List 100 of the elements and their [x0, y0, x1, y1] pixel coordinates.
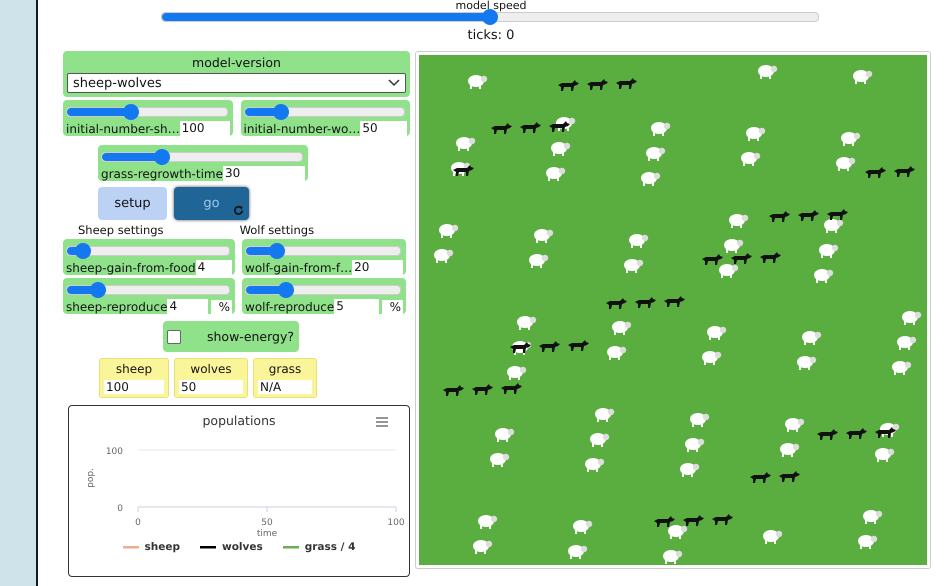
slider-label: wolf-reproduce — [245, 300, 334, 314]
wolf-icon — [731, 253, 752, 264]
monitor-label: grass — [268, 362, 302, 376]
wolf-icon — [654, 516, 675, 527]
sheep-icon — [680, 463, 700, 477]
sheep-icon — [741, 152, 760, 166]
slider-track[interactable] — [66, 107, 228, 117]
monitor-value: N/A — [258, 380, 312, 394]
sheep-icon — [707, 326, 726, 340]
monitor-label: wolves — [190, 362, 232, 376]
sheep-icon — [690, 413, 710, 427]
slider-value: 50 — [360, 121, 407, 136]
legend-label[interactable]: wolves — [222, 541, 263, 553]
repeat-icon — [233, 205, 244, 216]
legend-label[interactable]: sheep — [144, 541, 180, 553]
sheep-icon — [517, 316, 536, 330]
slider-label: sheep-gain-from-food — [66, 261, 196, 275]
axis-tick-label: 100 — [106, 447, 123, 457]
sheep-icon — [858, 535, 878, 549]
sheep-icon — [668, 525, 688, 539]
slider-track[interactable] — [245, 246, 401, 256]
sheep-icon — [473, 540, 492, 554]
slider-track[interactable] — [245, 285, 401, 295]
wolf-icon — [750, 472, 771, 483]
sheep-icon — [746, 127, 766, 141]
sheep-icon — [546, 167, 566, 181]
wolf-icon — [558, 80, 579, 91]
sheep-icon — [875, 448, 894, 462]
sheep-icon — [651, 122, 670, 136]
setup-button[interactable]: setup — [98, 187, 167, 220]
sheep-icon — [729, 214, 748, 228]
slider-label: initial-number-wo… — [244, 122, 360, 136]
wolf-icon — [453, 165, 474, 176]
wolf-icon — [846, 428, 867, 439]
slider-track[interactable] — [244, 107, 405, 117]
sheep-icon — [456, 137, 476, 151]
sheep-icon — [802, 331, 822, 345]
sheep-icon — [685, 438, 704, 452]
legend-line-icon — [122, 546, 139, 548]
slider-track[interactable] — [66, 285, 230, 295]
section-label: Wolf settings — [240, 223, 314, 237]
slider-track[interactable] — [101, 152, 303, 162]
sheep-icon — [573, 520, 592, 534]
menu-icon[interactable] — [376, 417, 388, 427]
unit-label: % — [382, 300, 403, 314]
sheep-icon — [478, 515, 498, 529]
speed-label: model speed — [456, 0, 526, 11]
wolf-icon — [769, 211, 790, 222]
sheep-icon — [719, 264, 738, 278]
wolf-icon — [606, 298, 627, 309]
axis-title: time — [256, 529, 278, 539]
wolf-icon — [779, 471, 800, 482]
checkbox[interactable] — [167, 330, 181, 344]
monitor-value: 100 — [104, 380, 164, 394]
legend-line-icon — [282, 546, 299, 548]
wolf-icon — [827, 209, 848, 220]
wolf-icon — [472, 384, 493, 395]
wolf-icon — [683, 515, 704, 526]
sheep-icon — [534, 229, 554, 243]
sheep-icon — [824, 219, 844, 233]
show-energy-switch[interactable]: show-energy? — [163, 321, 299, 352]
go-button[interactable]: go — [174, 187, 249, 220]
wolf-icon — [894, 166, 915, 177]
sheep-icon — [495, 428, 514, 442]
wolf-icon — [875, 427, 896, 438]
slider-track[interactable] — [66, 246, 230, 256]
model-version-dropdown[interactable]: sheep-wolves — [67, 73, 406, 93]
monitor-label: sheep — [116, 362, 152, 376]
unit-label: % — [210, 300, 232, 314]
legend-label[interactable]: grass / 4 — [304, 541, 356, 553]
wolf-icon — [817, 429, 838, 440]
wolf-icon — [539, 341, 560, 352]
sheep-icon — [892, 361, 912, 375]
slider-value: 20 — [352, 260, 403, 275]
slider-label: wolf-gain-from-f… — [245, 261, 352, 275]
sheep-icon — [624, 259, 644, 273]
ticks-counter: ticks: 0 — [468, 28, 514, 43]
sheep-icon — [758, 65, 778, 79]
wolf-icon — [491, 123, 512, 134]
slider-label: grass-regrowth-time — [101, 167, 223, 181]
axis-title: pop. — [86, 468, 96, 488]
wolf-icon — [501, 383, 522, 394]
sheep-icon — [819, 244, 838, 258]
sheep-icon — [902, 311, 922, 325]
sheep-icon — [814, 269, 834, 283]
speed-slider[interactable] — [161, 12, 819, 22]
monitor-value: 50 — [179, 380, 243, 394]
wolf-icon — [443, 385, 464, 396]
wolf-icon — [568, 340, 589, 351]
sheep-icon — [836, 157, 856, 171]
sheep-icon — [646, 147, 666, 161]
slider-value: 4 — [167, 299, 208, 314]
sheep-icon — [590, 433, 610, 447]
legend-line-icon — [200, 546, 216, 548]
plot-title: populations — [202, 413, 276, 428]
sheep-icon — [529, 254, 548, 268]
sheep-icon — [785, 418, 804, 432]
slider-value: 5 — [334, 299, 379, 314]
sheep-icon — [641, 172, 660, 186]
slider-value: 30 — [223, 166, 305, 181]
